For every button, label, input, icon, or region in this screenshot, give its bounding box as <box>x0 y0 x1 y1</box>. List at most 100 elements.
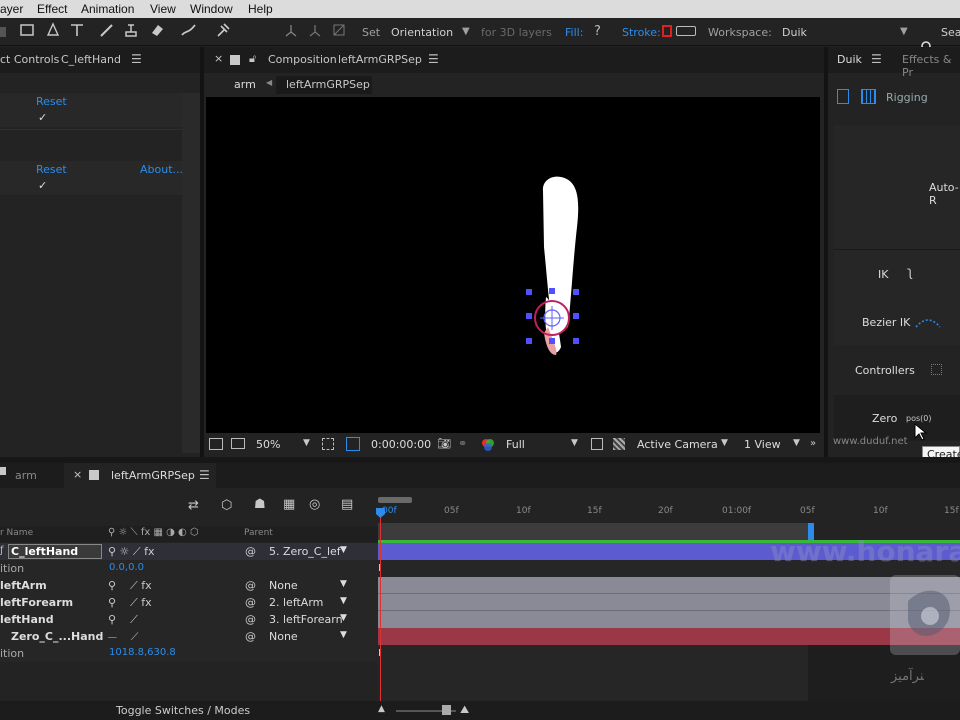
parent-header[interactable]: Parent <box>244 528 273 538</box>
ik-button[interactable]: IK <box>878 268 888 281</box>
monitor-icon[interactable] <box>231 438 245 449</box>
layer-switches[interactable]: ⚲ ⟋ <box>108 613 138 627</box>
layer-name[interactable]: Zero_C_...Hand <box>11 630 103 643</box>
parent-dropdown-icon[interactable]: ▼ <box>340 545 347 555</box>
camera-select[interactable]: Active Camera <box>637 438 718 451</box>
stroke-label[interactable]: Stroke: <box>622 26 661 39</box>
layer-bar-4[interactable] <box>378 594 960 611</box>
composition-close-icon[interactable]: × <box>214 52 223 65</box>
breadcrumb-leftArmGRPSep[interactable]: leftArmGRPSep <box>286 78 370 91</box>
fill-unknown-icon[interactable]: ? <box>594 24 601 39</box>
parent-select[interactable]: None <box>269 630 298 643</box>
orientation-dropdown-icon[interactable]: ▼ <box>462 26 470 37</box>
layer-bar-6[interactable] <box>378 628 960 645</box>
timecode-display[interactable]: 0:00:00:00 <box>371 438 431 451</box>
layer-name[interactable]: C_leftHand <box>11 545 78 558</box>
pickwhip-icon[interactable]: @ <box>245 596 256 609</box>
pickwhip-icon[interactable]: @ <box>245 579 256 592</box>
layer-switches[interactable]: ⚲ ⟋ fx <box>108 596 152 610</box>
stroke-color-swatch[interactable] <box>662 25 672 37</box>
parent-select[interactable]: 3. leftForearn <box>269 613 343 626</box>
parent-select[interactable]: 5. Zero_C_lef <box>269 545 341 558</box>
orientation-select[interactable]: Orientation <box>391 26 453 39</box>
resolution-select[interactable]: Full <box>506 438 525 451</box>
parent-select[interactable]: 2. leftArm <box>269 596 323 609</box>
eraser-tool-icon[interactable] <box>148 22 166 40</box>
zoom-in-icon[interactable]: ⛰ <box>460 703 469 717</box>
property-value[interactable]: 1018.8,630.8 <box>109 647 176 658</box>
menu-help[interactable]: Help <box>248 2 273 16</box>
shy-layers-icon[interactable]: ☗ <box>254 497 266 512</box>
puppet-pin-tool-icon[interactable] <box>214 22 232 40</box>
clone-stamp-tool-icon[interactable] <box>122 22 140 40</box>
parent-select[interactable]: None <box>269 579 298 592</box>
pickwhip-icon[interactable]: @ <box>245 613 256 626</box>
composition-menu-icon[interactable]: ☰ <box>428 52 439 66</box>
reset-link-1[interactable]: Reset <box>36 95 67 108</box>
toolbar-handle[interactable] <box>0 27 6 37</box>
layer-row-4[interactable]: leftForearm ⚲ ⟋ fx @ 2. leftArm ▼ <box>0 594 378 611</box>
duik-tab[interactable]: Duik ☰ Effects & Pr <box>828 47 960 79</box>
zero-pos-icon[interactable]: pos(0) <box>906 414 931 423</box>
property-value[interactable]: 0.0,0.0 <box>109 562 144 573</box>
zoom-out-icon[interactable]: ▲ <box>378 704 385 714</box>
reset-link-2[interactable]: Reset <box>36 163 67 176</box>
effect-controls-menu-icon[interactable]: ☰ <box>131 52 142 66</box>
effect-controls-scrollbar[interactable] <box>182 93 200 453</box>
views-select[interactable]: 1 View <box>744 438 781 451</box>
breadcrumb-arm[interactable]: arm <box>234 78 256 91</box>
type-tool-icon[interactable] <box>68 22 86 40</box>
color-channels-icon[interactable] <box>481 438 495 451</box>
parent-dropdown-icon[interactable]: ▼ <box>340 579 347 589</box>
comp-mini-flowchart-icon[interactable]: ⇄ <box>188 498 199 513</box>
always-preview-icon[interactable] <box>209 438 223 450</box>
current-time-indicator[interactable] <box>380 512 381 701</box>
layer-bar-3[interactable] <box>378 577 960 594</box>
timeline-tab-active[interactable]: × leftArmGRPSep ☰ <box>64 463 216 488</box>
pickwhip-icon[interactable]: @ <box>245 630 256 643</box>
ik-icon[interactable]: ʅ <box>907 265 913 280</box>
zero-button[interactable]: Zero <box>872 412 897 425</box>
graph-editor-icon[interactable]: ▤ <box>341 497 353 512</box>
timeline-menu-icon[interactable]: ☰ <box>199 468 210 482</box>
auto-rig-label[interactable]: Auto-R <box>929 181 960 207</box>
layer-name[interactable]: leftArm <box>0 579 47 592</box>
work-area-handle[interactable] <box>378 497 412 503</box>
transparency-grid-icon[interactable] <box>613 438 625 450</box>
expand-icon[interactable]: » <box>810 438 816 449</box>
controllers-icon[interactable] <box>931 364 942 375</box>
timeline-tab-arm[interactable]: arm <box>15 469 37 482</box>
lock-icon[interactable]: 🔓︎ <box>249 52 256 66</box>
world-axis-icon[interactable] <box>306 22 324 40</box>
pickwhip-icon[interactable]: @ <box>245 545 256 558</box>
layer-row-1[interactable]: ƒ C_leftHand ⚲ ☼ ⟋ fx @ 5. Zero_C_lef ▼ <box>0 543 378 560</box>
menu-animation[interactable]: Animation <box>81 2 134 16</box>
fast-previews-icon[interactable] <box>591 438 603 450</box>
layer-name-header[interactable]: r Name <box>0 528 33 538</box>
snapshot-camera-icon[interactable]: 📷︎ <box>437 437 451 450</box>
zoom-dropdown-icon[interactable]: ▼ <box>303 438 310 448</box>
draft-3d-icon[interactable]: ⬡ <box>221 498 232 513</box>
composition-viewer[interactable] <box>206 97 820 433</box>
duik-menu-icon[interactable]: ☰ <box>871 52 882 66</box>
rectangle-tool-icon[interactable] <box>18 22 36 40</box>
frame-blending-icon[interactable]: ▦ <box>283 497 295 512</box>
views-dropdown-icon[interactable]: ▼ <box>793 438 800 448</box>
layer-switches[interactable]: ⚲ ⟋ fx <box>108 579 152 593</box>
toggle-switches-modes-button[interactable]: Toggle Switches / Modes <box>116 704 250 717</box>
layer-row-6[interactable]: Zero_C_...Hand ⏤ ⟋ @ None ▼ <box>0 628 378 645</box>
fill-label[interactable]: Fill: <box>565 26 583 39</box>
notes-icon[interactable] <box>837 89 849 104</box>
zoom-slider-thumb[interactable] <box>442 705 451 715</box>
checkbox-1[interactable]: ✓ <box>38 111 47 124</box>
bezier-ik-button[interactable]: Bezier IK <box>862 316 910 329</box>
layer-switches[interactable]: ⚲ ☼ ⟋ fx <box>108 545 155 559</box>
layer-row-2[interactable]: ition 0.0,0.0 <box>0 560 378 577</box>
effect-controls-tab[interactable]: ct Controls C_leftHand ☰ <box>0 47 200 73</box>
brush-tool-icon[interactable] <box>98 22 116 40</box>
layer-row-3[interactable]: leftArm ⚲ ⟋ fx @ None ▼ <box>0 577 378 594</box>
resolution-dropdown-icon[interactable]: ▼ <box>571 438 578 448</box>
layer-row-7[interactable]: ition 1018.8,630.8 <box>0 645 378 662</box>
local-axis-icon[interactable] <box>282 22 300 40</box>
menu-window[interactable]: Window <box>190 2 233 16</box>
